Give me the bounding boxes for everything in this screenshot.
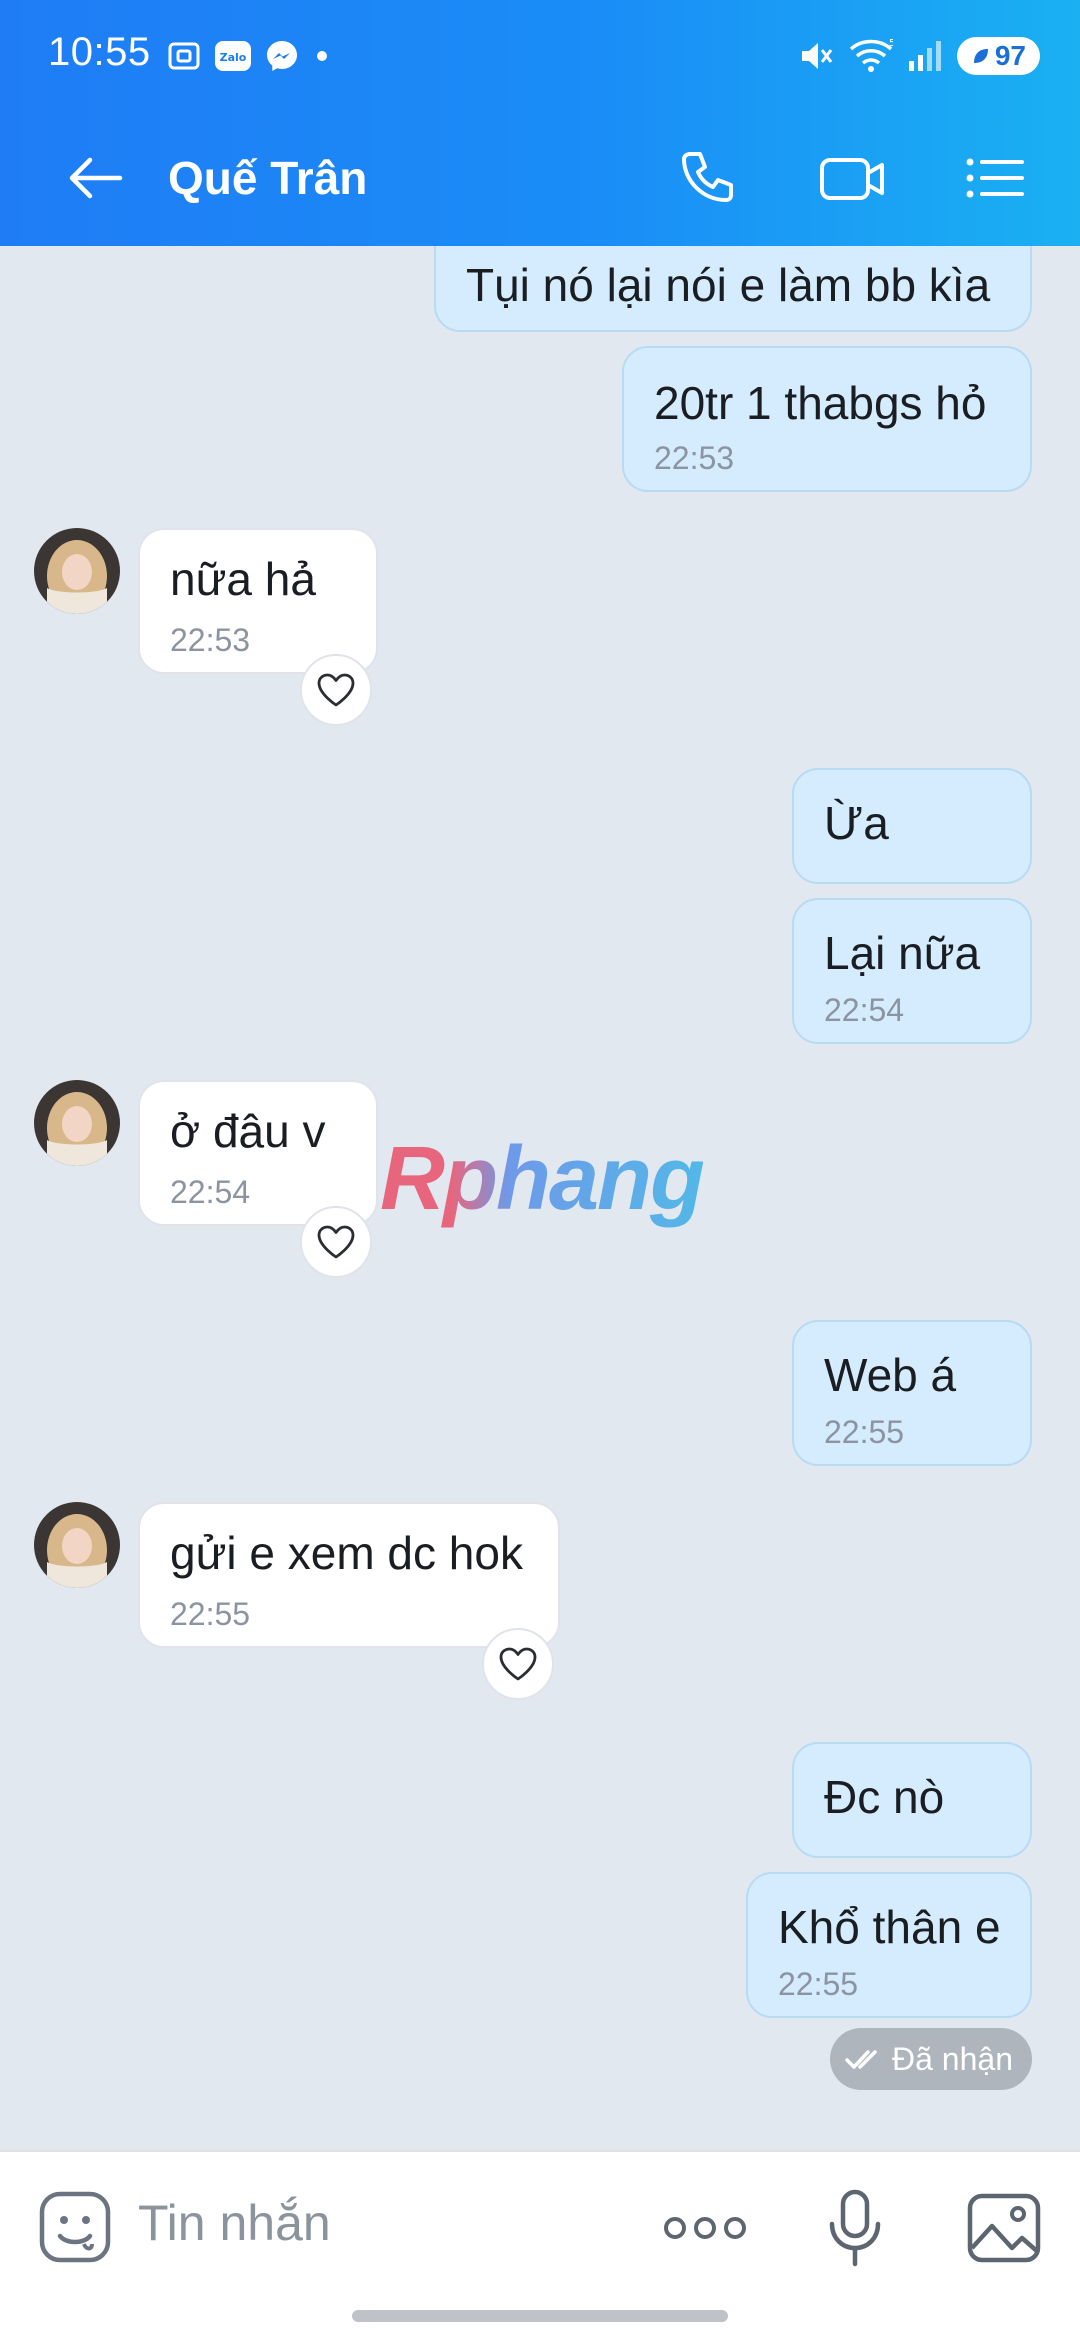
video-call-icon	[820, 158, 884, 200]
svg-text:5: 5	[889, 38, 893, 49]
wifi-icon: 5	[849, 38, 893, 72]
outgoing-message[interactable]: Ừa	[792, 768, 1032, 884]
message-time: 22:55	[170, 1596, 251, 1632]
more-button[interactable]	[660, 2200, 750, 2256]
message-time: 22:53	[170, 622, 251, 658]
screenshot-icon	[168, 42, 200, 70]
menu-list-icon	[966, 158, 1024, 198]
heart-icon	[499, 1647, 537, 1681]
emoji-sticker-icon	[39, 2191, 111, 2263]
phone-icon	[682, 152, 733, 202]
heart-icon	[317, 673, 355, 707]
outgoing-message[interactable]: Khổ thân e 22:55	[746, 1872, 1032, 2018]
status-bar: 10:55 Zalo 5 97	[0, 0, 1080, 110]
message-time: 22:54	[824, 992, 905, 1028]
messenger-icon	[267, 41, 297, 71]
message-text: nữa hả	[170, 553, 316, 605]
video-call-button[interactable]	[816, 144, 888, 212]
message-time: 22:53	[654, 440, 735, 476]
signal-icon	[908, 41, 941, 71]
voice-call-button[interactable]	[672, 144, 744, 212]
message-text: Đc nò	[824, 1771, 945, 1823]
outgoing-message[interactable]: Lại nữa 22:54	[792, 898, 1032, 1044]
message-text: Lại nữa	[824, 927, 981, 979]
message-text: Tụi nó lại nói e làm bb kìa	[466, 259, 991, 311]
image-gallery-icon	[967, 2193, 1041, 2263]
react-button[interactable]	[300, 654, 372, 726]
home-indicator[interactable]	[352, 2310, 728, 2322]
incoming-message[interactable]: gửi e xem dc hok 22:55	[138, 1502, 560, 1648]
message-text: 20tr 1 thabgs hỏ	[654, 377, 987, 429]
message-text: gửi e xem dc hok	[170, 1527, 523, 1579]
top-bar: 10:55 Zalo 5 97 Quế Trân	[0, 0, 1080, 246]
contact-name[interactable]: Quế Trân	[168, 148, 367, 208]
react-button[interactable]	[300, 1206, 372, 1278]
battery-indicator: 97	[956, 37, 1040, 75]
more-dots-icon	[664, 2217, 746, 2239]
heart-icon	[317, 1225, 355, 1259]
status-time: 10:55	[48, 30, 151, 74]
avatar-photo	[34, 1502, 120, 1588]
outgoing-message[interactable]: 20tr 1 thabgs hỏ 22:53	[622, 346, 1032, 492]
notification-icons: Zalo	[166, 34, 332, 78]
double-check-icon	[845, 2050, 877, 2069]
gallery-button[interactable]	[964, 2188, 1044, 2268]
contact-avatar[interactable]	[34, 528, 120, 614]
dot-icon	[317, 51, 327, 61]
outgoing-message[interactable]: Tụi nó lại nói e làm bb kìa	[434, 246, 1032, 332]
delivery-status-text: Đã nhận	[892, 2040, 1013, 2077]
chat-header: Quế Trân	[0, 130, 1080, 226]
outgoing-message[interactable]: Web á 22:55	[792, 1320, 1032, 1466]
sticker-button[interactable]	[36, 2188, 116, 2268]
message-input[interactable]: Tin nhắn	[138, 2194, 331, 2252]
system-icons: 5 97	[797, 34, 1040, 78]
voice-message-button[interactable]	[820, 2186, 890, 2270]
message-text: Web á	[824, 1349, 957, 1401]
menu-button[interactable]	[958, 144, 1030, 212]
zalo-icon: Zalo	[215, 41, 251, 71]
back-arrow-icon	[69, 157, 123, 199]
avatar-photo	[34, 528, 120, 614]
battery-saver-leaf-icon	[973, 49, 988, 63]
message-text: Khổ thân e	[778, 1901, 1001, 1953]
outgoing-message[interactable]: Đc nò	[792, 1742, 1032, 1858]
incoming-message[interactable]: nữa hả 22:53	[138, 528, 378, 674]
message-text: Ừa	[824, 797, 889, 849]
microphone-icon	[829, 2189, 881, 2267]
battery-level: 97	[994, 40, 1026, 71]
message-text: ở đâu v	[170, 1105, 326, 1157]
svg-text:Zalo: Zalo	[220, 51, 247, 64]
contact-avatar[interactable]	[34, 1080, 120, 1166]
message-time: 22:54	[170, 1174, 251, 1210]
react-button[interactable]	[482, 1628, 554, 1700]
contact-avatar[interactable]	[34, 1502, 120, 1588]
incoming-message[interactable]: ở đâu v 22:54	[138, 1080, 378, 1226]
watermark: Rphang	[380, 1129, 705, 1229]
message-time: 22:55	[824, 1414, 905, 1450]
back-button[interactable]	[60, 148, 130, 208]
message-time: 22:55	[778, 1966, 859, 2002]
avatar-photo	[34, 1080, 120, 1166]
delivery-status-badge: Đã nhận	[830, 2028, 1032, 2090]
mute-icon	[801, 43, 833, 69]
